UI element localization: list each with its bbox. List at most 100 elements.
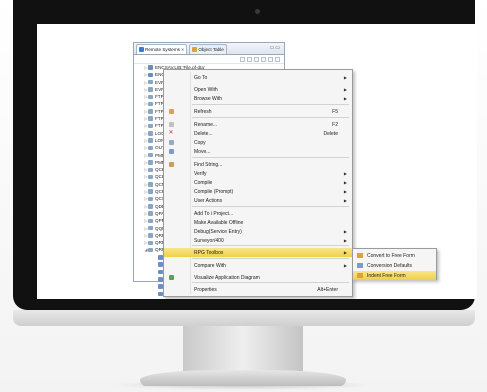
menu-item-label: Refresh <box>194 108 212 115</box>
menu-item-compile-prompt[interactable]: Compile (Prompt) ▶ <box>164 187 352 196</box>
menu-item-visualize-application-diagram[interactable]: Visualize Application Diagram <box>164 273 352 282</box>
submenu-item-indent-free-form[interactable]: Indent Free Form <box>353 271 436 280</box>
submenu-arrow-icon: ▶ <box>343 198 347 203</box>
menu-item-properties[interactable]: Properties Alt+Enter <box>164 285 352 294</box>
menu-item-label: Browse With <box>194 95 223 102</box>
back-icon[interactable] <box>240 56 245 62</box>
file-icon <box>148 233 153 238</box>
indent-icon <box>357 273 363 278</box>
submenu-item-label: Convert to Free Form <box>367 252 415 259</box>
collapse-icon[interactable] <box>261 56 266 62</box>
menu-item-shortcut: Delete <box>323 130 338 137</box>
submenu-arrow-icon: ▶ <box>343 189 347 194</box>
menu-item-make-available-offline[interactable]: Make Available Offline <box>164 218 352 227</box>
file-icon <box>148 65 153 70</box>
file-icon <box>148 145 153 151</box>
menu-item-label: Compare With <box>194 262 226 269</box>
submenu-arrow-icon: ▶ <box>343 180 347 185</box>
submenu-item-label: Indent Free Form <box>367 272 406 279</box>
copy-icon <box>166 140 176 145</box>
menu-item-shortcut: F5 <box>332 108 338 115</box>
settings-icon <box>357 263 363 268</box>
file-icon <box>148 225 153 231</box>
menu-item-add-to-i-project[interactable]: Add To i Project... <box>164 209 352 218</box>
file-icon <box>148 211 153 216</box>
menu-item-rename[interactable]: Rename... F2 <box>164 120 352 129</box>
submenu-arrow-icon: ▶ <box>343 171 347 176</box>
screen: Remote Systems ✕ Object Table ▭▭ ▷ ENCSAV… <box>37 24 477 299</box>
remote-systems-icon <box>139 46 144 52</box>
file-icon <box>148 189 153 194</box>
menu-item-label: Go To <box>194 74 208 81</box>
menu-item-surveyor-400[interactable]: Surveyor/400 ▶ <box>164 236 352 245</box>
move-icon <box>166 149 176 154</box>
file-icon <box>148 167 153 173</box>
context-menu: Go To ▶ Open With ▶ Browse With ▶ Refresh F5 Ren… <box>163 69 353 297</box>
menu-item-label: Copy <box>194 139 206 146</box>
file-icon <box>148 116 153 121</box>
file-icon <box>148 72 153 78</box>
menu-item-refresh[interactable]: Refresh F5 <box>164 107 352 116</box>
menu-separator <box>192 245 349 246</box>
monitor-chin <box>13 310 475 326</box>
diagram-icon <box>166 275 176 280</box>
menu-item-label: Compile <box>194 179 213 186</box>
menu-item-user-actions[interactable]: User Actions ▶ <box>164 196 352 205</box>
file-icon <box>148 101 153 107</box>
submenu-arrow-icon: ▶ <box>343 263 347 268</box>
file-icon <box>148 123 153 129</box>
submenu-arrow-icon: ▶ <box>343 250 347 255</box>
menu-item-copy[interactable]: Copy <box>164 138 352 147</box>
menu-icon[interactable] <box>275 56 280 62</box>
menu-item-label: Delete... <box>194 130 213 137</box>
camera-icon <box>255 9 260 14</box>
table-icon <box>192 46 198 52</box>
menu-separator <box>192 157 349 158</box>
file-icon <box>148 160 153 165</box>
file-icon <box>148 247 153 253</box>
file-icon <box>148 79 153 85</box>
tab-object-table[interactable]: Object Table <box>189 43 227 54</box>
file-icon <box>148 182 153 187</box>
menu-item-label: Move... <box>194 148 211 155</box>
menu-item-debug-service-entry[interactable]: Debug(Service Entry) ▶ <box>164 227 352 236</box>
menu-item-rpg-toolbox[interactable]: RPG Toolbox ▶ <box>164 248 352 257</box>
menu-item-label: Visualize Application Diagram <box>194 274 260 281</box>
menu-item-browse-with[interactable]: Browse With ▶ <box>164 94 352 103</box>
close-icon[interactable]: ✕ <box>181 47 184 52</box>
window-controls[interactable]: ▭▭ <box>270 45 281 51</box>
link-icon[interactable] <box>268 56 273 62</box>
menu-item-open-with[interactable]: Open With ▶ <box>164 85 352 94</box>
convert-icon <box>357 253 363 258</box>
menu-item-label: Find String... <box>194 161 223 168</box>
up-icon[interactable] <box>254 56 259 62</box>
menu-item-find-string[interactable]: Find String... <box>164 160 352 169</box>
menu-item-go-to[interactable]: Go To ▶ <box>164 73 352 82</box>
menu-item-compile[interactable]: Compile ▶ <box>164 178 352 187</box>
menu-item-delete[interactable]: ✕ Delete... Delete <box>164 129 352 138</box>
view-toolbar <box>134 55 284 64</box>
file-icon <box>148 218 153 224</box>
menu-item-compare-with[interactable]: Compare With ▶ <box>164 261 352 270</box>
menu-separator <box>192 258 349 259</box>
submenu-item-label: Conversion Defaults <box>367 262 413 269</box>
menu-item-label: Debug(Service Entry) <box>194 228 242 235</box>
submenu-item-conversion-defaults[interactable]: Conversion Defaults <box>353 261 436 270</box>
submenu-item-convert-to-free-form[interactable]: Convert to Free Form <box>353 251 436 260</box>
menu-item-move[interactable]: Move... <box>164 147 352 156</box>
file-icon <box>148 174 153 180</box>
file-icon <box>148 138 153 143</box>
tab-label: Object Table <box>198 46 224 52</box>
menu-item-label: Open With <box>194 86 218 93</box>
menu-item-verify[interactable]: Verify ▶ <box>164 169 352 178</box>
menu-item-label: Surveyor/400 <box>194 237 224 244</box>
forward-icon[interactable] <box>247 56 252 62</box>
file-icon <box>148 196 153 202</box>
tab-remote-systems[interactable]: Remote Systems ✕ <box>136 43 188 54</box>
menu-separator <box>192 282 349 283</box>
file-icon <box>148 240 153 246</box>
menu-item-label: User Actions <box>194 197 223 204</box>
submenu-arrow-icon: ▶ <box>343 229 347 234</box>
monitor-stand-base <box>140 370 346 386</box>
menu-separator <box>192 206 349 207</box>
